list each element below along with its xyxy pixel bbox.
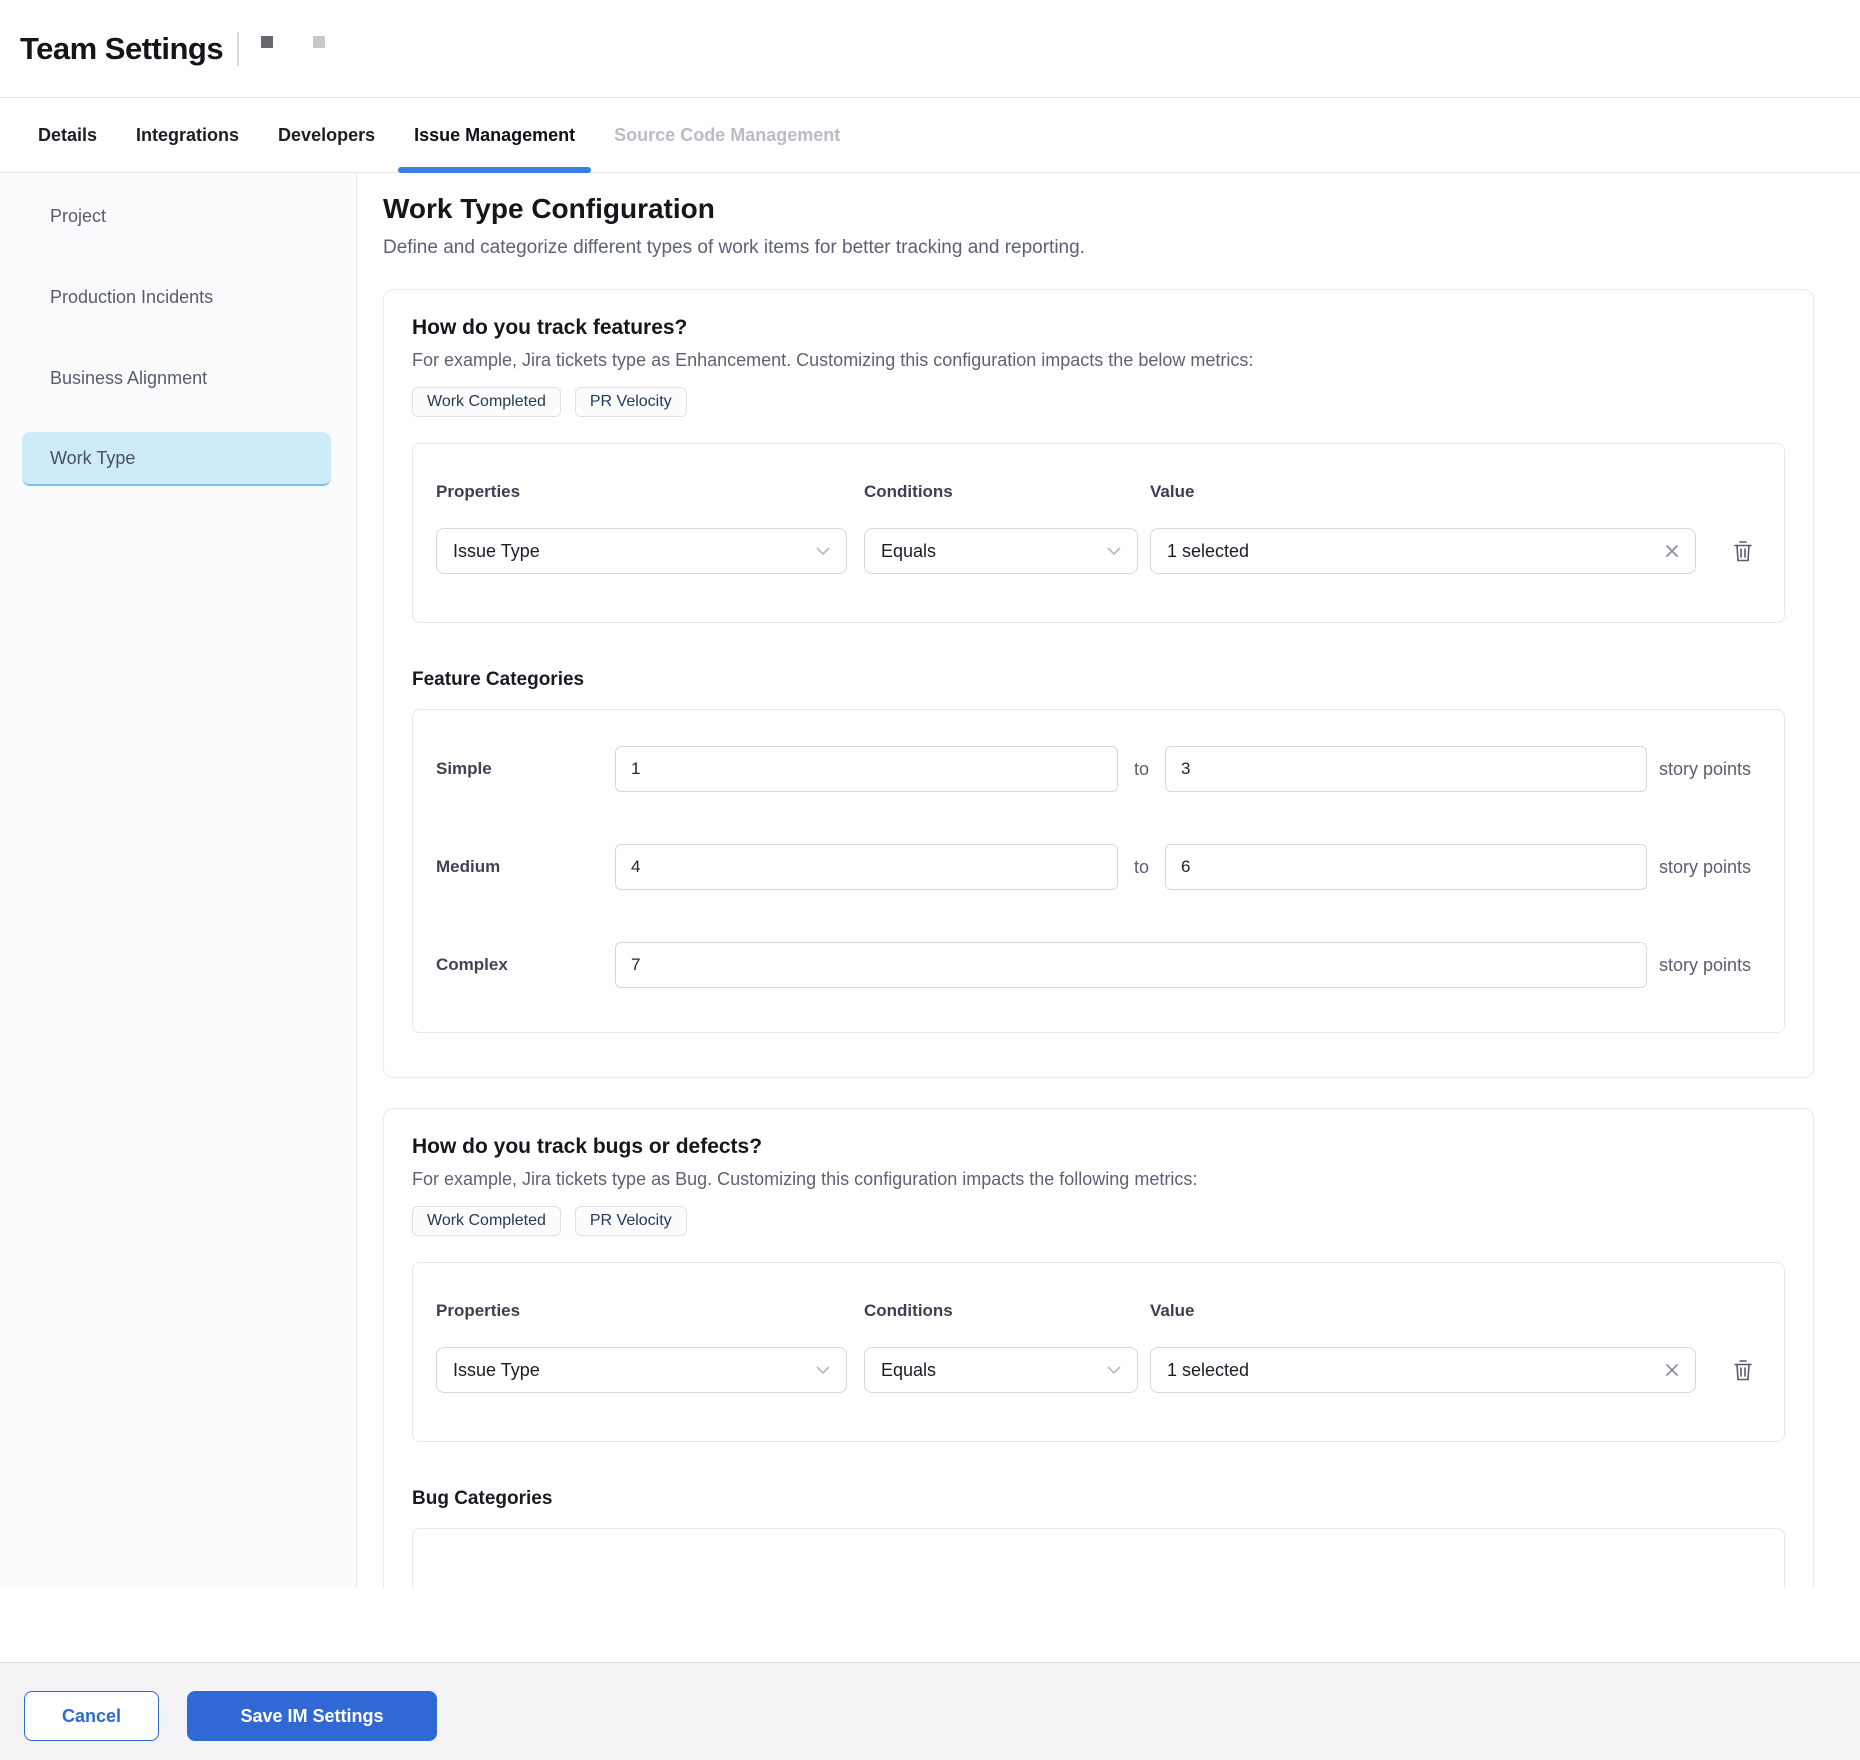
simple-to-input[interactable] — [1165, 746, 1647, 792]
bugs-rule-box: Properties Conditions Value Issue Type E… — [412, 1262, 1785, 1442]
body: Project Production Incidents Business Al… — [0, 173, 1860, 1588]
chevron-down-icon — [1107, 547, 1121, 556]
settings-sidebar: Project Production Incidents Business Al… — [0, 173, 357, 1588]
simple-from-input[interactable] — [615, 746, 1118, 792]
story-points-label: story points — [1659, 955, 1751, 976]
bug-categories-heading: Bug Categories — [412, 1488, 1785, 1510]
story-points-label: story points — [1659, 759, 1751, 780]
features-rule-box: Properties Conditions Value Issue Type E… — [412, 443, 1785, 623]
rule-labels-row: Properties Conditions Value — [436, 482, 1761, 502]
value-multiselect[interactable]: 1 selected — [1150, 1347, 1696, 1393]
small-square-icon-light — [313, 36, 325, 48]
tab-source-code-management: Source Code Management — [614, 98, 840, 172]
rule-fields-row: Issue Type Equals 1 selected — [436, 1347, 1761, 1393]
property-select[interactable]: Issue Type — [436, 528, 847, 574]
footer-bar: Cancel Save IM Settings — [0, 1662, 1860, 1760]
bugs-section: How do you track bugs or defects? For ex… — [383, 1108, 1814, 1588]
value-select-text: 1 selected — [1167, 541, 1249, 562]
pr-velocity-badge: PR Velocity — [575, 1206, 687, 1236]
category-row-complex: Complex story points — [436, 942, 1761, 988]
sidebar-item-project[interactable]: Project — [22, 189, 331, 243]
pr-velocity-badge: PR Velocity — [575, 387, 687, 417]
trash-icon — [1732, 1358, 1754, 1382]
tab-bar: Details Integrations Developers Issue Ma… — [0, 98, 1860, 173]
value-label: Value — [1150, 482, 1696, 502]
page-title: Work Type Configuration — [383, 193, 1814, 225]
value-multiselect[interactable]: 1 selected — [1150, 528, 1696, 574]
medium-to-input[interactable] — [1165, 844, 1647, 890]
bugs-description: For example, Jira tickets type as Bug. C… — [412, 1169, 1785, 1190]
property-select[interactable]: Issue Type — [436, 1347, 847, 1393]
page-header-title: Team Settings — [20, 31, 223, 67]
complex-label: Complex — [436, 955, 615, 975]
chevron-down-icon — [816, 1366, 830, 1375]
features-metric-badges: Work Completed PR Velocity — [412, 387, 1785, 417]
bugs-heading: How do you track bugs or defects? — [412, 1135, 1785, 1159]
medium-from-input[interactable] — [615, 844, 1118, 890]
properties-label: Properties — [436, 482, 847, 502]
property-select-value: Issue Type — [453, 1360, 540, 1381]
work-completed-badge: Work Completed — [412, 387, 561, 417]
story-points-label: story points — [1659, 857, 1751, 878]
main-content: Work Type Configuration Define and categ… — [357, 173, 1860, 1588]
features-description: For example, Jira tickets type as Enhanc… — [412, 350, 1785, 371]
complex-from-input[interactable] — [615, 942, 1647, 988]
category-row-simple: Simple to story points — [436, 746, 1761, 792]
property-select-value: Issue Type — [453, 541, 540, 562]
tab-integrations[interactable]: Integrations — [136, 98, 239, 172]
condition-select-value: Equals — [881, 541, 936, 562]
tab-issue-management[interactable]: Issue Management — [414, 98, 575, 172]
bugs-metric-badges: Work Completed PR Velocity — [412, 1206, 1785, 1236]
sidebar-item-work-type[interactable]: Work Type — [22, 432, 331, 486]
value-label: Value — [1150, 1301, 1696, 1321]
conditions-label: Conditions — [864, 1301, 1138, 1321]
rule-fields-row: Issue Type Equals 1 selected — [436, 528, 1761, 574]
small-square-icon-dark — [261, 36, 273, 48]
sidebar-item-business-alignment[interactable]: Business Alignment — [22, 351, 331, 405]
chevron-down-icon — [1107, 1366, 1121, 1375]
delete-rule-button[interactable] — [1732, 539, 1754, 563]
condition-select[interactable]: Equals — [864, 1347, 1138, 1393]
bug-categories-box — [412, 1528, 1785, 1588]
features-section: How do you track features? For example, … — [383, 289, 1814, 1078]
work-completed-badge: Work Completed — [412, 1206, 561, 1236]
title-separator — [237, 32, 239, 66]
cancel-button[interactable]: Cancel — [24, 1691, 159, 1741]
tab-developers[interactable]: Developers — [278, 98, 375, 172]
clear-selection-icon[interactable] — [1665, 544, 1679, 558]
trash-icon — [1732, 539, 1754, 563]
app-header: Team Settings — [0, 0, 1860, 98]
save-im-settings-button[interactable]: Save IM Settings — [187, 1691, 437, 1741]
medium-label: Medium — [436, 857, 615, 877]
chevron-down-icon — [816, 547, 830, 556]
simple-label: Simple — [436, 759, 615, 779]
feature-categories-box: Simple to story points Medium to story p… — [412, 709, 1785, 1033]
feature-categories-heading: Feature Categories — [412, 669, 1785, 691]
clear-selection-icon[interactable] — [1665, 1363, 1679, 1377]
to-label: to — [1118, 759, 1165, 780]
conditions-label: Conditions — [864, 482, 1138, 502]
condition-select-value: Equals — [881, 1360, 936, 1381]
value-select-text: 1 selected — [1167, 1360, 1249, 1381]
features-heading: How do you track features? — [412, 316, 1785, 340]
category-row-medium: Medium to story points — [436, 844, 1761, 890]
sidebar-item-production-incidents[interactable]: Production Incidents — [22, 270, 331, 324]
to-label: to — [1118, 857, 1165, 878]
properties-label: Properties — [436, 1301, 847, 1321]
delete-rule-button[interactable] — [1732, 1358, 1754, 1382]
rule-labels-row: Properties Conditions Value — [436, 1301, 1761, 1321]
page-subtitle: Define and categorize different types of… — [383, 237, 1814, 259]
tab-details[interactable]: Details — [38, 98, 97, 172]
footer-gap — [0, 1588, 1860, 1662]
condition-select[interactable]: Equals — [864, 528, 1138, 574]
